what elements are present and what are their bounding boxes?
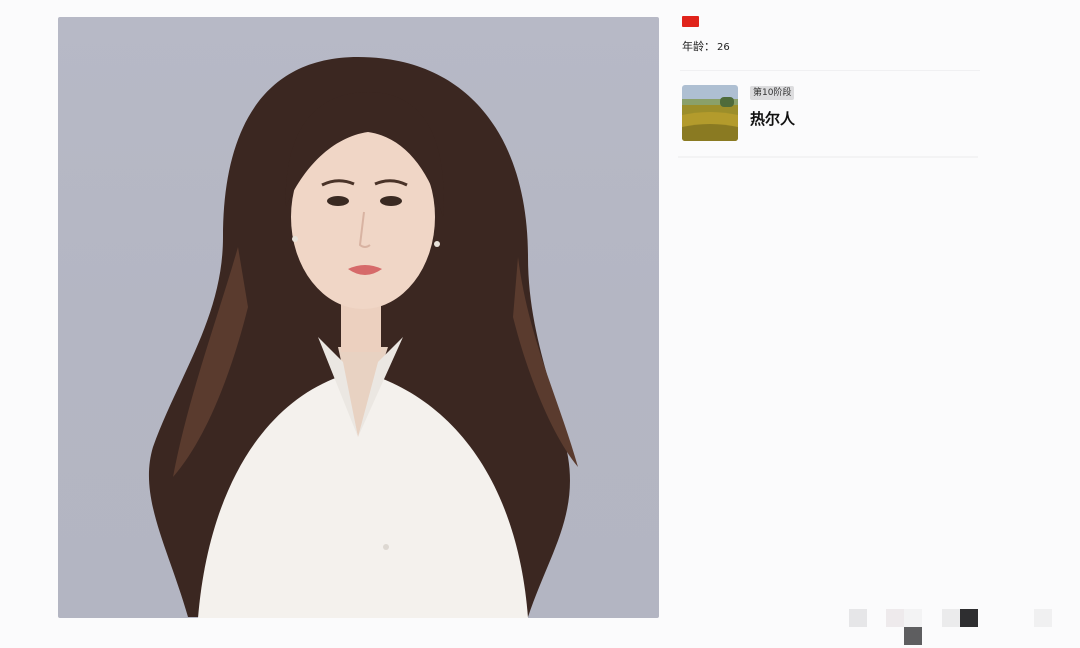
age-info: 年龄： 26 [682,40,730,55]
watermark-block [942,609,960,627]
watermark-block [904,609,922,627]
watermark-block [1034,609,1052,627]
watermark-block [886,609,904,627]
age-value: 26 [717,42,730,53]
age-label: 年龄： [682,40,715,53]
landscape-thumbnail [682,85,738,141]
profile-page: 年龄： 26 第10阶段 热尔人 [0,0,1080,648]
divider [680,70,980,71]
stage-card[interactable]: 第10阶段 热尔人 [682,85,982,143]
portrait-photo [58,17,659,618]
stage-title[interactable]: 热尔人 [750,108,795,129]
stage-badge: 第10阶段 [750,86,795,100]
watermark-block [849,609,867,627]
divider [678,156,978,158]
china-flag-icon [682,16,699,27]
watermark-block [904,627,922,645]
watermark-block [960,609,978,627]
